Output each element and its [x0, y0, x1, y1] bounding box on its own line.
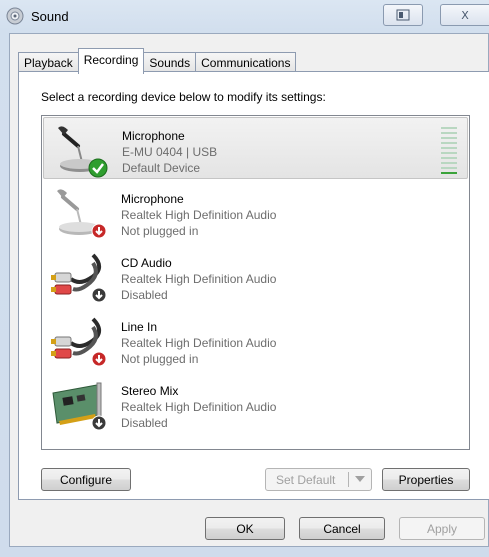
split-divider	[348, 472, 349, 487]
level-meter-segment	[441, 152, 457, 154]
level-meter-segment	[441, 172, 457, 174]
level-meter-segment	[441, 147, 457, 149]
device-driver: Realtek High Definition Audio	[121, 272, 277, 286]
device-driver: Realtek High Definition Audio	[121, 336, 277, 350]
device-text: CD Audio Realtek High Definition Audio D…	[121, 255, 276, 303]
gray-down-arrow-icon	[91, 287, 107, 303]
red-down-arrow-icon	[91, 351, 107, 367]
device-status: Not plugged in	[121, 224, 199, 238]
device-name: Microphone	[122, 129, 185, 143]
device-name: Line In	[121, 320, 158, 334]
set-default-button[interactable]: Set Default	[265, 468, 372, 491]
device-text: Line In Realtek High Definition Audio No…	[121, 319, 276, 367]
device-item-microphone-realtek[interactable]: Microphone Realtek High Definition Audio…	[43, 181, 468, 243]
configure-button[interactable]: Configure	[41, 468, 131, 491]
close-icon: X	[461, 8, 469, 22]
help-window-icon	[396, 9, 410, 21]
speaker-icon	[6, 7, 24, 25]
apply-button[interactable]: Apply	[399, 517, 485, 540]
level-meter-segment	[441, 157, 457, 159]
chevron-down-icon[interactable]	[355, 476, 365, 482]
gray-down-arrow-icon	[91, 415, 107, 431]
device-driver: Realtek High Definition Audio	[121, 208, 277, 222]
window-title: Sound	[31, 9, 69, 24]
help-window-button[interactable]	[383, 4, 423, 26]
device-status: Not plugged in	[121, 352, 199, 366]
recording-device-list[interactable]: Microphone E-MU 0404 | USB Default Devic…	[41, 115, 470, 450]
cancel-button[interactable]: Cancel	[299, 517, 385, 540]
red-down-arrow-icon	[91, 223, 107, 239]
level-meter-segment	[441, 127, 457, 129]
device-name: Microphone	[121, 192, 184, 206]
set-default-label: Set Default	[276, 472, 336, 487]
sound-dialog-window: Sound X Playback Recording Sounds Commun…	[0, 0, 489, 557]
device-item-line-in[interactable]: Line In Realtek High Definition Audio No…	[43, 309, 468, 371]
device-status: Disabled	[121, 288, 168, 302]
level-meter-segment	[441, 137, 457, 139]
level-meter-segment	[441, 132, 457, 134]
device-name: CD Audio	[121, 256, 172, 270]
input-level-meter	[441, 126, 459, 176]
level-meter-segment	[441, 142, 457, 144]
device-item-microphone-emu[interactable]: Microphone E-MU 0404 | USB Default Devic…	[43, 117, 468, 179]
ok-button[interactable]: OK	[205, 517, 285, 540]
close-button[interactable]: X	[440, 4, 489, 26]
device-text: Stereo Mix Realtek High Definition Audio…	[121, 383, 276, 431]
properties-button[interactable]: Properties	[382, 468, 470, 491]
level-meter-segment	[441, 167, 457, 169]
tab-strip: Playback Recording Sounds Communications	[18, 48, 297, 74]
instructions-text: Select a recording device below to modif…	[41, 90, 326, 104]
device-driver: E-MU 0404 | USB	[122, 145, 218, 159]
device-text: Microphone E-MU 0404 | USB Default Devic…	[122, 128, 217, 176]
device-text: Microphone Realtek High Definition Audio…	[121, 191, 276, 239]
device-item-stereo-mix[interactable]: Stereo Mix Realtek High Definition Audio…	[43, 373, 468, 435]
device-item-cd-audio[interactable]: CD Audio Realtek High Definition Audio D…	[43, 245, 468, 307]
green-check-icon	[88, 158, 108, 178]
level-meter-segment	[441, 162, 457, 164]
device-status: Default Device	[122, 161, 201, 175]
device-status: Disabled	[121, 416, 168, 430]
device-driver: Realtek High Definition Audio	[121, 400, 277, 414]
device-name: Stereo Mix	[121, 384, 179, 398]
tab-recording[interactable]: Recording	[77, 48, 145, 74]
title-bar[interactable]: Sound X	[0, 0, 489, 34]
